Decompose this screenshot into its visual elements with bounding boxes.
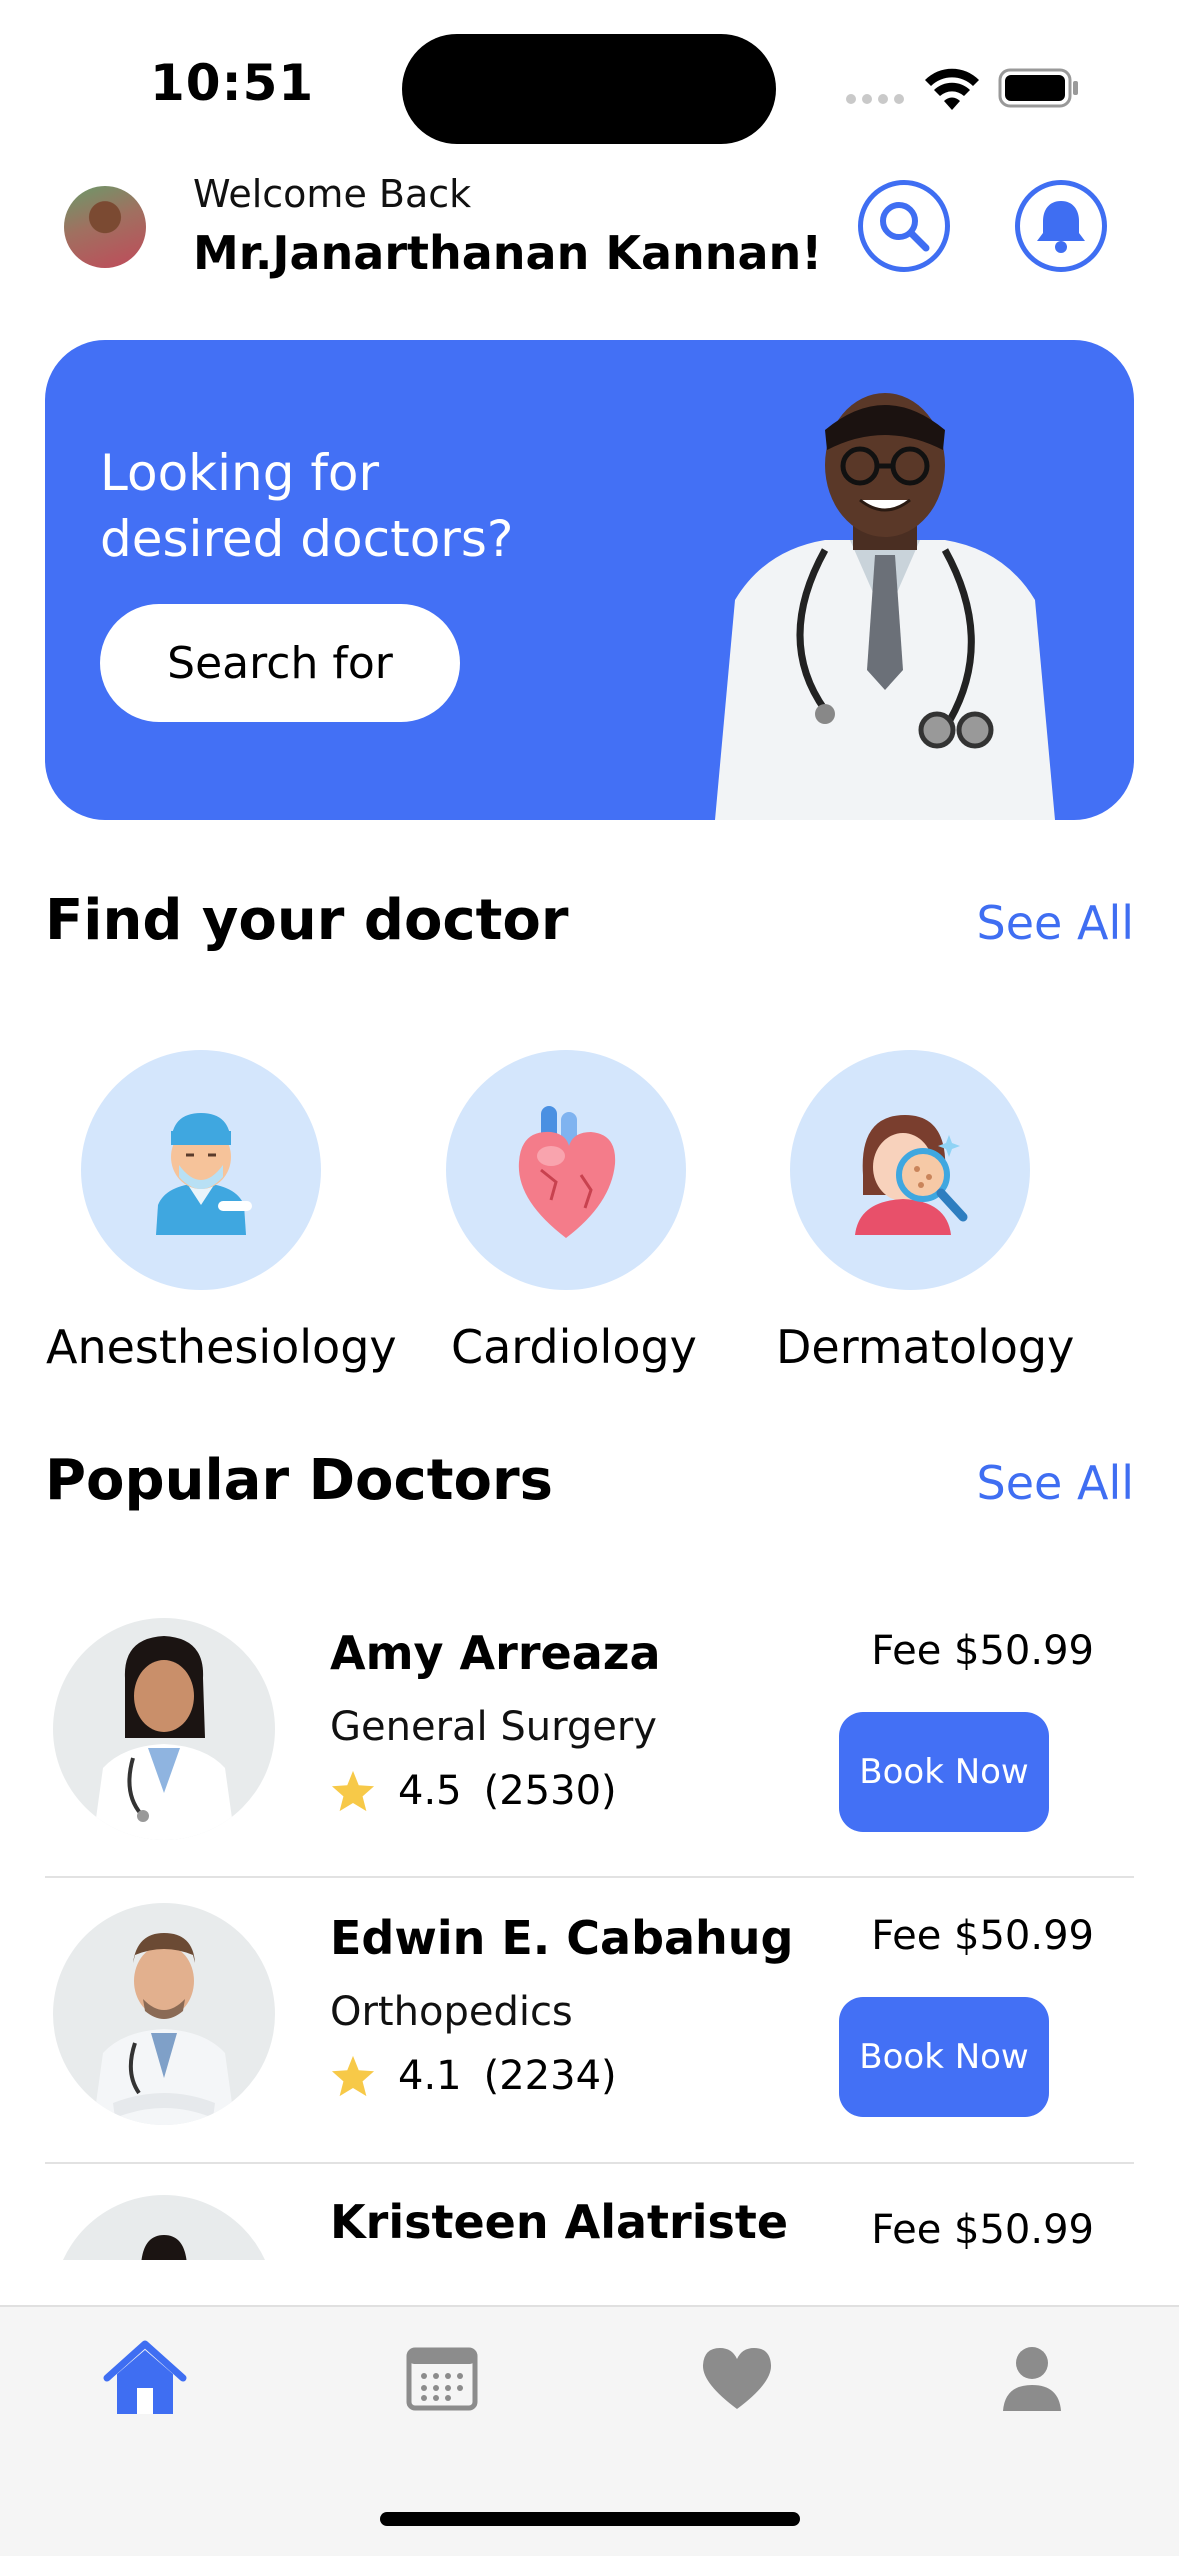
search-button[interactable] <box>858 180 950 272</box>
doctor-card[interactable]: Kristeen Alatriste Fee $50.99 <box>45 2195 1134 2260</box>
popular-doctors-title: Popular Doctors <box>45 1448 553 1513</box>
battery-icon <box>998 68 1078 108</box>
specialty-label-dermatology: Dermatology <box>776 1320 1075 1374</box>
doctor-photo <box>53 1618 275 1840</box>
doctor-illustration <box>715 393 1055 820</box>
dynamic-island <box>402 34 776 144</box>
specialty-cardiology[interactable] <box>446 1050 686 1290</box>
doctor-specialty: General Surgery <box>330 1704 657 1750</box>
doctor-name: Edwin E. Cabahug <box>330 1911 794 1965</box>
bell-icon <box>1037 201 1085 253</box>
heart-icon <box>518 1106 616 1238</box>
specialty-label-cardiology: Cardiology <box>451 1320 697 1374</box>
search-for-button[interactable]: Search for <box>100 604 460 722</box>
doctor-fee: Fee $50.99 <box>871 1913 1094 1959</box>
anesthesiologist-icon <box>156 1113 252 1235</box>
rating-value: 4.5 <box>398 1768 462 1814</box>
wifi-icon <box>925 68 979 110</box>
home-indicator <box>380 2512 800 2526</box>
review-count: (2234) <box>483 2053 617 2099</box>
star-icon <box>331 1770 375 1812</box>
doctor-fee: Fee $50.99 <box>871 1628 1094 1674</box>
specialty-dermatology[interactable] <box>790 1050 1030 1290</box>
tab-profile[interactable] <box>987 2333 1077 2423</box>
doctor-rating: 4.5 (2530) <box>330 1768 617 1814</box>
divider <box>45 2162 1134 2164</box>
status-bar: 10:51 <box>0 0 1179 150</box>
specialty-label-anesthesiology: Anesthesiology <box>46 1320 397 1374</box>
promo-banner: Looking for desired doctors? Search for <box>45 340 1134 820</box>
book-now-button[interactable]: Book Now <box>839 1997 1049 2117</box>
banner-title: Looking for desired doctors? <box>100 444 514 568</box>
doctor-card[interactable]: Amy Arreaza General Surgery 4.5 (2530) F… <box>45 1618 1134 1903</box>
find-doctor-title: Find your doctor <box>45 888 569 953</box>
doctor-photo <box>53 2195 275 2260</box>
cellular-signal-icon <box>846 94 904 104</box>
rating-value: 4.1 <box>398 2053 462 2099</box>
notifications-button[interactable] <box>1015 180 1107 272</box>
tab-home[interactable] <box>100 2333 190 2423</box>
book-now-button[interactable]: Book Now <box>839 1712 1049 1832</box>
doctor-fee: Fee $50.99 <box>871 2207 1094 2253</box>
star-icon <box>331 2055 375 2097</box>
review-count: (2530) <box>483 1768 617 1814</box>
avatar[interactable] <box>64 186 146 268</box>
user-name: Mr.Janarthanan Kannan! <box>193 226 823 280</box>
popular-doctors-see-all-link[interactable]: See All <box>977 1456 1134 1510</box>
divider <box>45 1876 1134 1878</box>
profile-icon <box>1003 2347 1061 2411</box>
tab-calendar[interactable] <box>397 2333 487 2423</box>
dermatology-icon <box>855 1115 968 1235</box>
heart-icon <box>702 2348 772 2409</box>
doctor-name: Kristeen Alatriste <box>330 2195 789 2249</box>
doctor-specialty: Orthopedics <box>330 1989 573 2035</box>
calendar-icon <box>406 2347 478 2411</box>
doctor-photo <box>53 1903 275 2125</box>
search-icon <box>880 202 930 252</box>
home-icon <box>103 2340 187 2414</box>
doctor-rating: 4.1 (2234) <box>330 2053 617 2099</box>
status-time: 10:51 <box>150 54 315 112</box>
specialty-anesthesiology[interactable] <box>81 1050 321 1290</box>
welcome-text: Welcome Back <box>193 172 472 216</box>
doctor-name: Amy Arreaza <box>330 1626 661 1680</box>
doctor-card[interactable]: Edwin E. Cabahug Orthopedics 4.1 (2234) … <box>45 1903 1134 2188</box>
find-doctor-see-all-link[interactable]: See All <box>977 896 1134 950</box>
tab-favorites[interactable] <box>692 2333 782 2423</box>
